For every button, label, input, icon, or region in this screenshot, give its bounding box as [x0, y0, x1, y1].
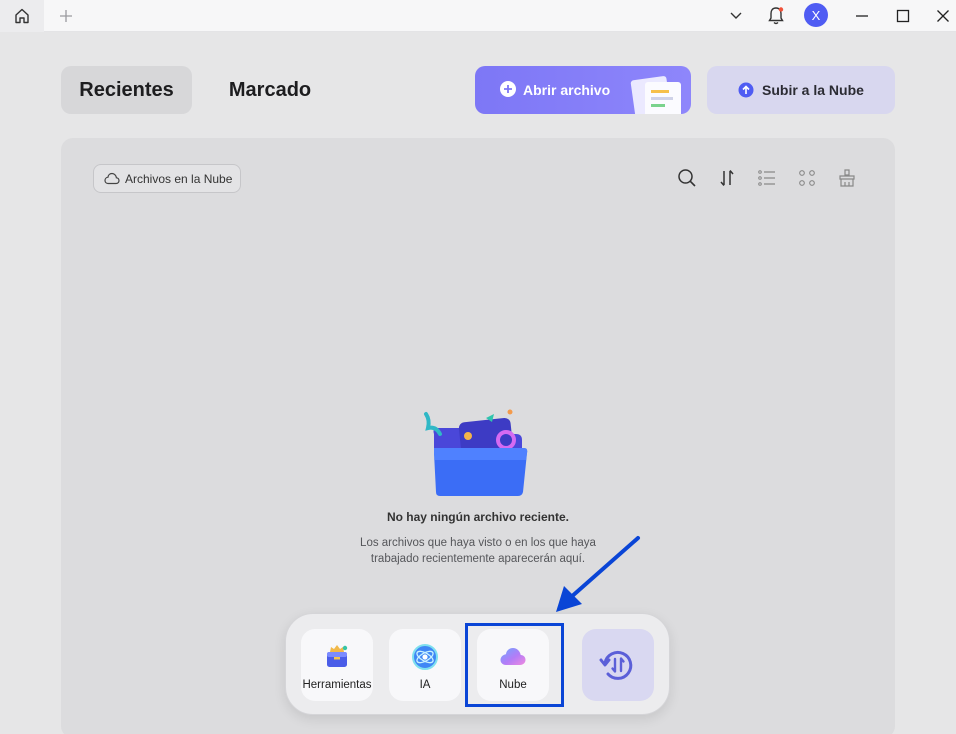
upload-cloud-button[interactable]: Subir a la Nube	[707, 66, 895, 114]
user-avatar[interactable]: X	[804, 3, 828, 27]
plus-icon	[60, 10, 72, 22]
convert-icon	[599, 650, 633, 680]
clean-button[interactable]	[835, 166, 859, 190]
dropdown-button[interactable]	[723, 4, 749, 28]
home-tab[interactable]	[0, 0, 44, 32]
bell-icon	[768, 7, 784, 25]
sort-icon	[720, 170, 734, 186]
title-bar: X	[0, 0, 956, 32]
upload-icon	[738, 82, 754, 98]
chevron-down-icon	[730, 12, 742, 19]
list-view-button[interactable]	[755, 166, 779, 190]
dock-tools-button[interactable]: Herramientas	[301, 629, 373, 701]
sort-button[interactable]	[715, 166, 739, 190]
tab-starred[interactable]: Marcado	[205, 66, 335, 114]
empty-folder-illustration	[424, 409, 528, 496]
cloud-outline-icon	[104, 172, 120, 185]
open-file-label: Abrir archivo	[523, 82, 611, 98]
dock-ai-button[interactable]: IA	[389, 629, 461, 701]
upload-cloud-label: Subir a la Nube	[762, 82, 864, 98]
dock-ai-label: IA	[419, 679, 431, 691]
cloud-files-filter-label: Archivos en la Nube	[125, 172, 233, 186]
close-button[interactable]	[930, 4, 956, 28]
search-button[interactable]	[675, 166, 699, 190]
dock-tools-label: Herramientas	[302, 679, 372, 691]
grid-view-button[interactable]	[795, 166, 819, 190]
notifications-button[interactable]	[763, 4, 789, 28]
maximize-icon	[896, 9, 910, 23]
minimize-button[interactable]	[849, 4, 875, 28]
plus-circle-icon	[500, 81, 516, 97]
empty-state-title: No hay ningún archivo reciente.	[386, 510, 570, 524]
home-icon	[15, 8, 29, 24]
annotation-arrow	[556, 536, 640, 612]
new-tab-button[interactable]	[52, 4, 80, 28]
open-file-button[interactable]: Abrir archivo	[475, 66, 691, 114]
dock-convert-button[interactable]	[582, 629, 654, 701]
grid-view-icon	[799, 170, 815, 186]
minimize-icon	[856, 15, 868, 17]
ai-assistant-icon	[412, 644, 438, 670]
clean-icon	[839, 169, 855, 187]
search-icon	[678, 169, 696, 187]
tab-recent[interactable]: Recientes	[61, 66, 192, 114]
toolbox-icon	[327, 645, 348, 667]
maximize-button[interactable]	[890, 4, 916, 28]
close-icon	[937, 10, 949, 22]
cloud-files-filter[interactable]: Archivos en la Nube	[93, 164, 241, 193]
list-view-icon	[758, 170, 775, 186]
annotation-highlight-box	[465, 623, 564, 707]
